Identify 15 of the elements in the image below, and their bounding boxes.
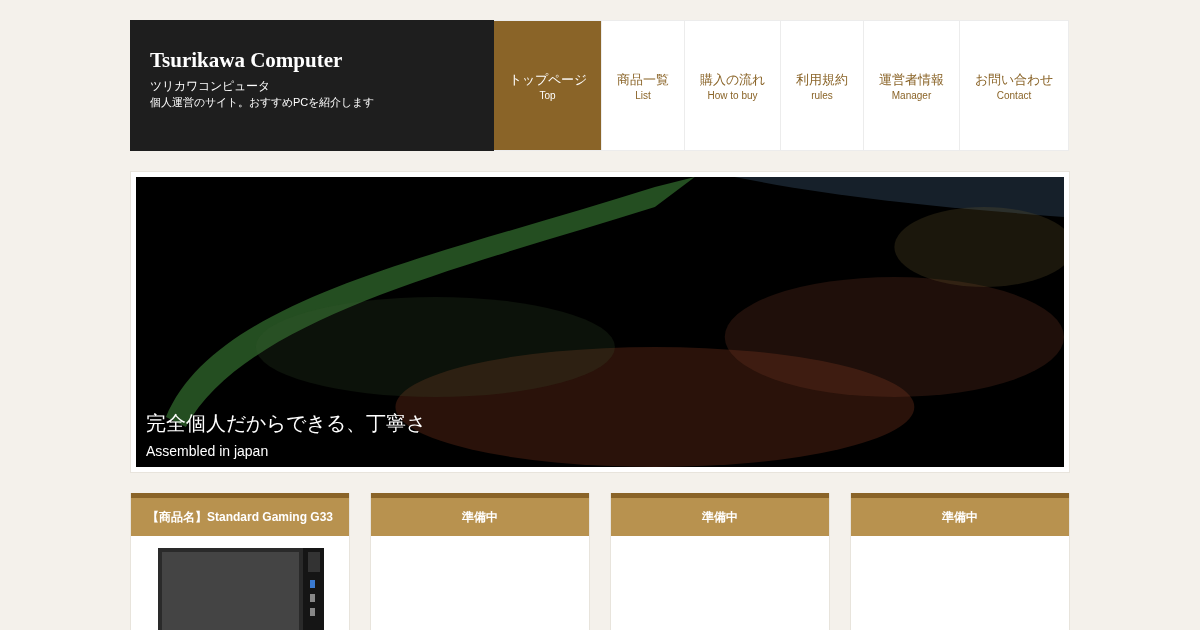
hero-headline: 完全個人だからできる、丁寧さ [146,411,426,436]
nav-item[interactable]: 運営者情報 Manager [864,20,960,151]
site-subtitle: ツリカワコンピュータ [150,78,271,94]
nav-item[interactable]: トップページ Top [494,20,602,151]
site-description: 個人運営のサイト。おすすめPCを紹介します [150,95,376,110]
nav-item[interactable]: 商品一覧 List [602,20,685,151]
hero-caption: Assembled in japan [146,442,270,461]
site-title[interactable]: Tsurikawa Computer [150,48,494,72]
card-title: 準備中 [942,509,978,526]
nav-item[interactable]: お問い合わせ Contact [960,20,1069,151]
card-title: 【商品名】Standard Gaming G33 [147,509,333,526]
card-title: 準備中 [702,509,738,526]
nav-item[interactable]: 利用規約 rules [781,20,864,151]
card-title: 準備中 [462,509,498,526]
nav-item[interactable]: 購入の流れ How to buy [685,20,781,151]
